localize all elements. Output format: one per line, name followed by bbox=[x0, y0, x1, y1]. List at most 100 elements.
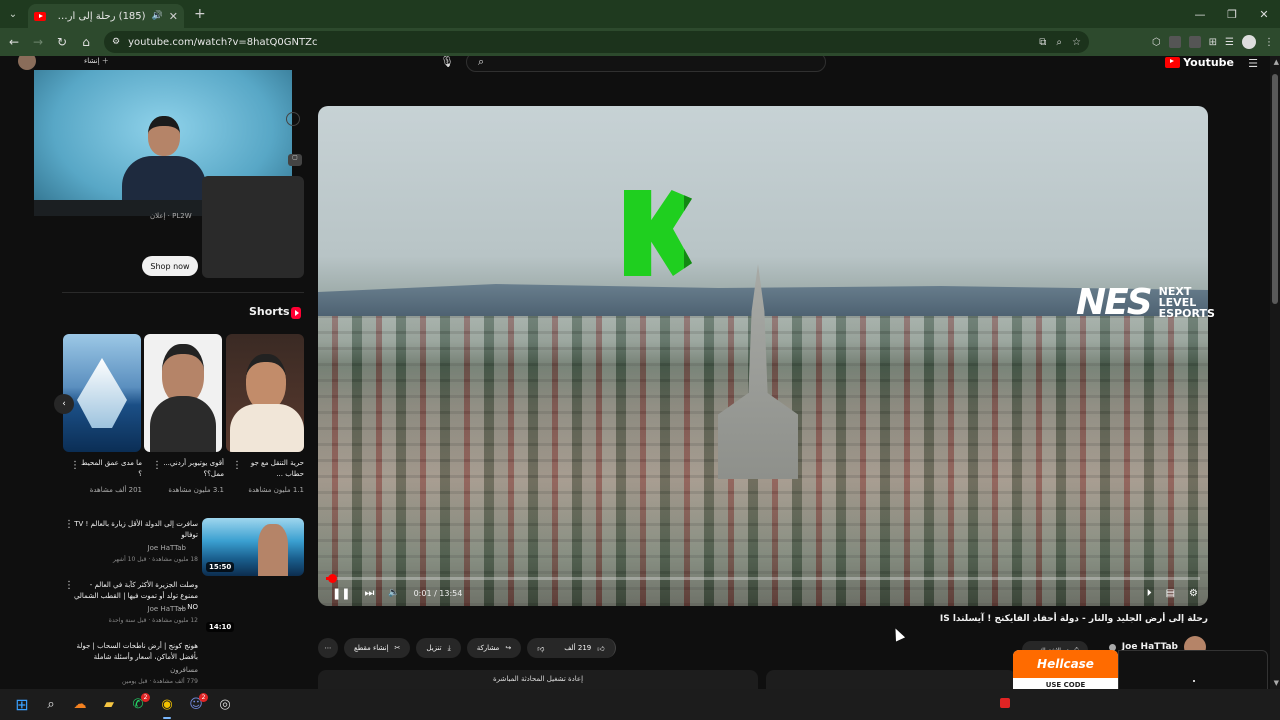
ad-info-icon[interactable] bbox=[286, 112, 300, 126]
short-caption-2[interactable]: أقوى يوتيوبر أردني... ممل؟؟ bbox=[160, 458, 224, 480]
audio-playing-icon[interactable]: 🔊 bbox=[152, 11, 163, 21]
restore-icon[interactable]: ❐ bbox=[1216, 0, 1248, 28]
like-button[interactable]: 👍︎ 219 ألف bbox=[554, 638, 616, 658]
extension-2-icon[interactable] bbox=[1168, 36, 1181, 48]
nes-logo-lines: NEXT LEVEL ESPORTS bbox=[1159, 286, 1215, 319]
bookmark-star-icon[interactable]: ☆ bbox=[1072, 37, 1081, 48]
browser-menu-icon[interactable]: ⋮ bbox=[1264, 37, 1274, 48]
share-button[interactable]: ↪ مشاركة bbox=[466, 638, 522, 658]
like-dislike-group: 👎︎ 👍︎ 219 ألف bbox=[527, 638, 616, 658]
recommended-meta-1: 18 مليون مشاهدة · قبل 10 أشهر bbox=[112, 556, 198, 563]
scroll-thumb[interactable] bbox=[1272, 74, 1278, 304]
create-button[interactable]: إنشاء ＋ bbox=[84, 56, 109, 66]
recommended-more-icon-2[interactable]: ⋮ bbox=[64, 580, 74, 591]
pause-icon[interactable]: ❚❚ bbox=[332, 587, 350, 600]
volume-icon[interactable]: 🔈 bbox=[388, 588, 399, 598]
short-more-icon-3[interactable]: ⋮ bbox=[232, 460, 242, 471]
recommended-title-3[interactable]: هونج كونج | أرض ناطحات السحاب | جولة بأف… bbox=[70, 641, 198, 663]
reading-list-icon[interactable]: ☰ bbox=[1225, 37, 1234, 48]
short-thumbnail-2[interactable] bbox=[144, 334, 222, 452]
ad-subtext: إعلان · PL2W bbox=[150, 212, 192, 220]
scissors-icon: ✂ bbox=[394, 644, 401, 652]
short-more-icon-1[interactable]: ⋮ bbox=[70, 460, 80, 471]
youtube-masthead: إنشاء ＋ 🎙 ⌕ Youtube ☰ bbox=[0, 56, 1270, 72]
guide-menu-icon[interactable]: ☰ bbox=[1248, 57, 1258, 70]
recommended-meta-2: 12 مليون مشاهدة · قبل سنة واحدة bbox=[108, 617, 198, 624]
profile-avatar-icon[interactable] bbox=[1242, 35, 1256, 49]
download-button[interactable]: ⤓ تنزيل bbox=[416, 638, 461, 658]
settings-gear-icon[interactable]: ⚙ bbox=[1189, 588, 1198, 599]
browser-tab-youtube[interactable]: (185) رحلة إلى أرض الجليد والـ 🔊 ✕ bbox=[28, 4, 184, 28]
chrome-icon[interactable]: ◉ bbox=[157, 695, 177, 719]
short-views-2: 3.1 مليون مشاهدة bbox=[168, 486, 224, 494]
recommended-channel-3[interactable]: مسافرون bbox=[70, 666, 198, 674]
shorts-prev-chevron-icon[interactable]: ‹ bbox=[54, 394, 74, 414]
thumbs-up-icon: 👍︎ bbox=[597, 644, 605, 653]
ad-image[interactable] bbox=[202, 176, 304, 278]
short-thumbnail-3[interactable] bbox=[226, 334, 304, 452]
search-input[interactable] bbox=[466, 56, 826, 72]
youtube-logo[interactable]: Youtube bbox=[1165, 56, 1234, 69]
whatsapp-badge: 2 bbox=[141, 692, 150, 702]
scroll-up-icon[interactable]: ▲ bbox=[1274, 58, 1279, 66]
tray-record-icon[interactable] bbox=[1000, 698, 1010, 708]
address-bar-actions: ⧉ ⌕ ☆ bbox=[1039, 31, 1081, 53]
zoom-icon[interactable]: ⌕ bbox=[1056, 37, 1062, 48]
user-avatar[interactable] bbox=[18, 56, 36, 70]
live-chat-replay-button[interactable]: إعادة تشغيل المحادثة المباشرة bbox=[318, 670, 758, 689]
windows-start-icon[interactable]: ⊞ bbox=[12, 695, 32, 715]
minimize-icon[interactable]: — bbox=[1184, 0, 1216, 28]
reload-icon[interactable]: ↻ bbox=[50, 28, 74, 56]
shorts-heading: Shorts bbox=[249, 305, 290, 318]
more-actions-button[interactable]: ⋯ bbox=[318, 638, 338, 658]
video-player[interactable]: ❚❚ ⏭ 🔈 0:01 / 13:54 ⏵ ▤ ⚙ bbox=[318, 106, 1208, 606]
short-caption-3[interactable]: حرية التنقل مع جو حطاب ... bbox=[240, 458, 304, 480]
discord-icon[interactable]: ☺ 2 bbox=[186, 692, 208, 715]
extension-3-icon[interactable] bbox=[1188, 36, 1201, 48]
nes-logo-big: NES bbox=[1076, 282, 1153, 323]
tab-search-chevron-icon[interactable]: ⌄ bbox=[0, 0, 26, 28]
short-more-icon-2[interactable]: ⋮ bbox=[152, 460, 162, 471]
extensions-puzzle-icon[interactable]: ⊞ bbox=[1209, 37, 1217, 48]
progress-bar[interactable] bbox=[326, 574, 1200, 583]
whatsapp-icon[interactable]: ✆ 2 bbox=[128, 692, 150, 715]
cloud-app-icon[interactable]: ☁ bbox=[70, 695, 90, 715]
file-explorer-icon[interactable]: ▰ bbox=[99, 695, 119, 715]
dislike-button[interactable]: 👎︎ bbox=[527, 638, 555, 658]
hellcase-dot bbox=[1193, 680, 1195, 682]
clip-label: إنشاء مقطع bbox=[354, 644, 389, 652]
recommended-title-1[interactable]: سافرت إلى الدولة الأقل زيارة بالعالم ! T… bbox=[70, 519, 198, 541]
scroll-down-icon[interactable]: ▼ bbox=[1274, 679, 1279, 687]
download-label: تنزيل bbox=[426, 644, 442, 652]
close-window-icon[interactable]: ✕ bbox=[1248, 0, 1280, 28]
extension-1-icon[interactable]: ⬡ bbox=[1152, 37, 1161, 48]
obs-icon[interactable]: ◎ bbox=[215, 695, 235, 715]
scrubber-handle[interactable] bbox=[328, 574, 337, 583]
clip-button[interactable]: ✂ إنشاء مقطع bbox=[344, 638, 411, 658]
taskbar-search-icon[interactable]: ⌕ bbox=[41, 695, 61, 715]
close-tab-icon[interactable]: ✕ bbox=[169, 10, 178, 23]
open-in-app-icon[interactable]: ⧉ bbox=[1039, 37, 1046, 48]
page-scrollbar[interactable]: ▲ ▼ bbox=[1270, 56, 1280, 689]
new-tab-button[interactable]: + bbox=[194, 6, 206, 22]
voice-search-mic-icon[interactable]: 🎙 bbox=[440, 56, 454, 68]
short-caption-1[interactable]: ما مدى عمق المحيط ؟ bbox=[78, 458, 142, 480]
like-count: 219 ألف bbox=[564, 644, 592, 652]
next-video-icon[interactable]: ⏭ bbox=[364, 586, 374, 600]
video-actions: ⋯ ✂ إنشاء مقطع ⤓ تنزيل ↪ مشاركة 👎︎ 👍︎ 219 أل… bbox=[318, 638, 616, 658]
autoplay-toggle-icon[interactable]: ⏵ bbox=[1147, 588, 1152, 599]
back-arrow-icon[interactable]: ← bbox=[2, 28, 26, 56]
address-bar[interactable]: ⚙ youtube.com/watch?v=8hatQ0GNTZc ⧉ ⌕ ☆ bbox=[104, 31, 1089, 53]
subtitles-icon[interactable]: ▤ bbox=[1166, 588, 1175, 599]
home-icon[interactable]: ⌂ bbox=[74, 28, 98, 56]
forward-arrow-icon[interactable]: → bbox=[26, 28, 50, 56]
download-icon: ⤓ bbox=[447, 643, 451, 652]
short-thumbnail-1[interactable] bbox=[63, 334, 141, 452]
recommended-more-icon-1[interactable]: ⋮ bbox=[64, 519, 74, 530]
site-info-icon[interactable]: ⚙ bbox=[112, 37, 120, 47]
recommended-channel-1[interactable]: Joe HaTTab bbox=[58, 544, 186, 552]
windows-taskbar: ⊞ ⌕ ☁ ▰ ✆ 2 ◉ ☺ 2 ◎ bbox=[0, 689, 1280, 720]
shop-now-button[interactable]: Shop now bbox=[142, 256, 198, 276]
recommended-channel-2[interactable]: Joe HaTTab bbox=[58, 605, 186, 613]
search-icon[interactable]: ⌕ bbox=[478, 56, 484, 69]
